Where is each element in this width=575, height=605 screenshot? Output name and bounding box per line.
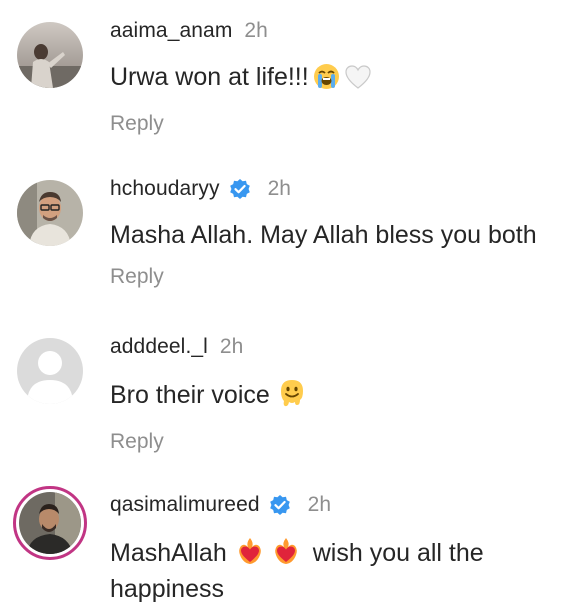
heart-on-fire-icon	[271, 536, 301, 574]
comment-text: MashAllah wish you all the happiness	[110, 536, 567, 605]
username[interactable]: qasimalimureed	[110, 493, 260, 517]
username[interactable]: aaima_anam	[110, 19, 232, 43]
timestamp: 2h	[267, 177, 291, 200]
avatar[interactable]	[17, 22, 83, 88]
comment-text: Masha Allah. May Allah bless you both	[110, 220, 567, 251]
timestamp: 2h	[307, 493, 331, 516]
comment-text-content: MashAllah	[110, 539, 227, 567]
comment-text-content: Urwa won at life!!!	[110, 63, 309, 91]
reply-button[interactable]: Reply	[110, 430, 164, 454]
comment-text-content: Bro their voice	[110, 381, 270, 409]
comment-text: Bro their voice	[110, 378, 567, 416]
verified-badge-icon	[268, 493, 292, 517]
loudly-crying-face-icon	[313, 63, 340, 98]
white-heart-icon	[344, 64, 372, 98]
avatar[interactable]	[17, 180, 83, 246]
verified-badge-icon	[228, 177, 252, 201]
heart-on-fire-icon	[235, 536, 265, 574]
comment-list: aaima_anam 2h Urwa won at life!!! Reply …	[0, 0, 575, 603]
username[interactable]: hchoudaryy	[110, 177, 220, 201]
reply-button[interactable]: Reply	[110, 112, 164, 136]
username[interactable]: adddeel._l	[110, 335, 208, 359]
comment-text: Urwa won at life!!!	[110, 62, 567, 98]
avatar[interactable]	[19, 492, 81, 554]
melting-face-icon	[278, 378, 306, 416]
timestamp: 2h	[219, 335, 244, 358]
timestamp: 2h	[244, 19, 268, 42]
reply-button[interactable]: Reply	[110, 265, 164, 289]
avatar[interactable]	[17, 338, 83, 404]
comment-text-content: Masha Allah. May Allah bless you both	[110, 221, 537, 249]
